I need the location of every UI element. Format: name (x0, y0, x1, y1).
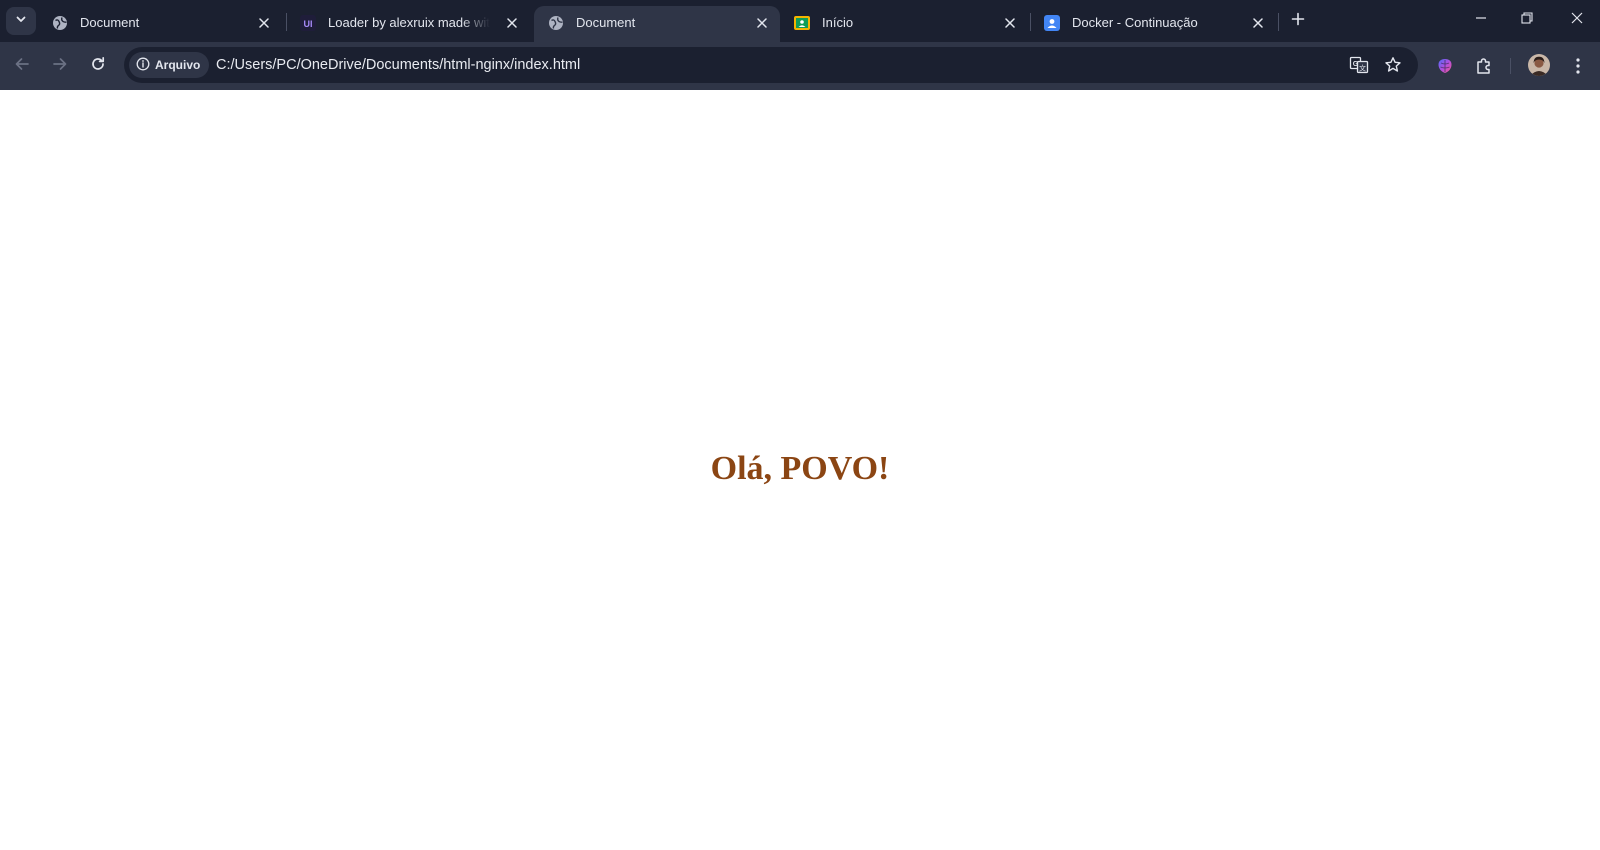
uiverse-icon: UI (300, 15, 316, 31)
reload-button[interactable] (84, 52, 112, 80)
more-menu-icon[interactable] (1565, 53, 1591, 79)
new-tab-button[interactable] (1286, 9, 1310, 33)
tab-title: Document (576, 15, 636, 30)
bookmark-star-icon[interactable] (1382, 54, 1404, 76)
restore-icon (1521, 11, 1533, 29)
close-icon[interactable] (1000, 13, 1020, 33)
url-text[interactable]: C:/Users/PC/OneDrive/Documents/html-ngin… (216, 57, 580, 73)
arrow-left-icon (14, 56, 30, 77)
chevron-down-icon (15, 12, 27, 30)
plus-icon (1291, 12, 1305, 31)
toolbar-separator (1510, 58, 1511, 74)
close-icon[interactable] (254, 13, 274, 33)
globe-icon (548, 15, 564, 31)
profile-card-icon (1044, 15, 1060, 31)
google-classroom-icon (794, 15, 810, 31)
tab-inicio[interactable]: Início (780, 6, 1028, 42)
extensions-puzzle-icon[interactable] (1471, 53, 1497, 79)
site-info-chip[interactable]: Arquivo (129, 52, 210, 78)
close-icon[interactable] (502, 13, 522, 33)
browser-toolbar: Arquivo C:/Users/PC/OneDrive/Documents/h… (0, 42, 1600, 90)
minimize-icon (1475, 11, 1487, 29)
reload-icon (90, 56, 106, 77)
minimize-button[interactable] (1458, 0, 1504, 40)
tab-title: Document (80, 15, 140, 30)
back-button[interactable] (8, 52, 36, 80)
tab-title: Início (822, 15, 854, 30)
tab-search-button[interactable] (6, 7, 36, 35)
svg-text:UI: UI (304, 19, 313, 29)
arrow-right-icon (52, 56, 68, 77)
info-icon (136, 57, 150, 74)
globe-icon (52, 15, 68, 31)
close-icon[interactable] (1248, 13, 1268, 33)
close-icon[interactable] (752, 13, 772, 33)
tab-docker[interactable]: Docker - Continuação (1030, 6, 1276, 42)
svg-text:文: 文 (1359, 64, 1366, 73)
security-chip-label: Arquivo (155, 58, 201, 72)
page-viewport: Olá, POVO! (0, 90, 1600, 850)
tab-separator (1278, 13, 1279, 31)
tab-title: Docker - Continuação (1072, 15, 1198, 30)
extension-colorful-icon[interactable] (1432, 53, 1458, 79)
profile-avatar[interactable] (1528, 54, 1550, 76)
page-heading: Olá, POVO! (710, 450, 890, 487)
tab-title: Loader by alexruix made with CSS (328, 15, 490, 30)
close-window-button[interactable] (1554, 0, 1600, 40)
tab-document-active[interactable]: Document (534, 6, 780, 42)
address-bar[interactable]: Arquivo C:/Users/PC/OneDrive/Documents/h… (124, 47, 1418, 83)
tab-strip: Document UI Loader by alexruix made with… (0, 0, 1600, 42)
restore-button[interactable] (1504, 0, 1550, 40)
tab-loader[interactable]: UI Loader by alexruix made with CSS (286, 6, 530, 42)
translate-icon[interactable]: G文 (1348, 54, 1370, 76)
close-icon (1571, 11, 1583, 29)
tab-document-1[interactable]: Document (38, 6, 282, 42)
svg-text:G: G (1353, 61, 1359, 68)
forward-button[interactable] (46, 52, 74, 80)
